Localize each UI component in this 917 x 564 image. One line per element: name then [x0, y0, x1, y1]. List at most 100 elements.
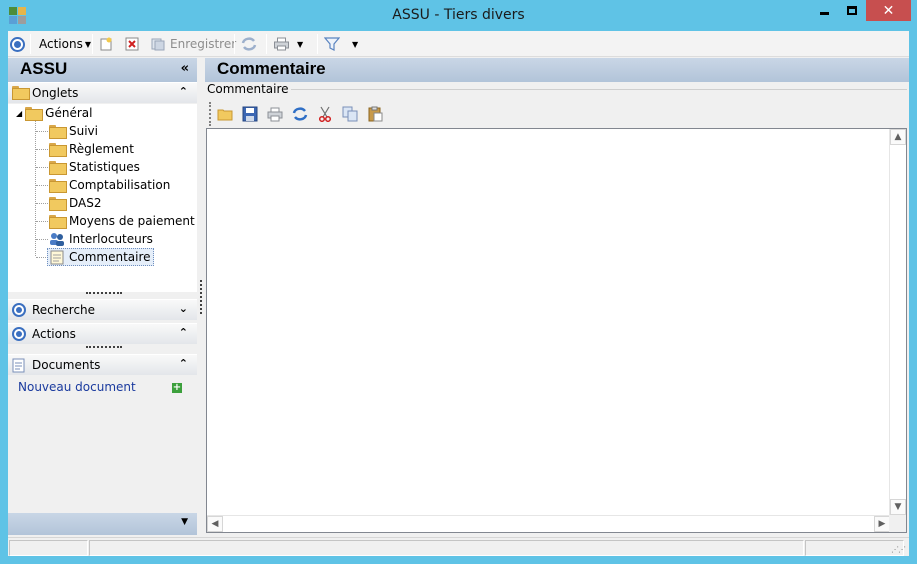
tree-node-label: Général: [45, 106, 93, 120]
tree-node-general[interactable]: ◢ Général: [16, 104, 92, 122]
add-icon[interactable]: +: [172, 383, 182, 393]
maximize-button[interactable]: [838, 0, 865, 21]
pane-menu-button[interactable]: ▼: [181, 517, 188, 527]
tree-node-interlocuteurs[interactable]: Interlocuteurs: [49, 230, 153, 248]
actions-label: Actions: [32, 327, 76, 341]
cut-scissors-icon[interactable]: [317, 106, 333, 123]
tree-connector: [36, 149, 48, 150]
recherche-section-header[interactable]: Recherche ⌄: [8, 299, 197, 320]
scroll-up-button[interactable]: ▲: [890, 129, 906, 145]
page-title: Commentaire: [217, 59, 326, 78]
dropdown-caret-icon[interactable]: ▼: [352, 40, 358, 49]
tree-node-reglement[interactable]: Règlement: [49, 140, 134, 158]
home-button[interactable]: [10, 34, 25, 54]
expand-triangle-icon[interactable]: ◢: [16, 109, 22, 118]
circle-target-icon: [10, 36, 25, 52]
filter-funnel-icon: [324, 37, 340, 51]
collapse-chevron-icon[interactable]: ⌃: [179, 326, 188, 339]
save-button[interactable]: Enregistrer: [151, 34, 236, 54]
minimize-button[interactable]: [811, 0, 838, 21]
editor-text[interactable]: [211, 132, 886, 512]
vertical-splitter-grip[interactable]: [200, 280, 202, 314]
tree-connector: [36, 167, 48, 168]
documents-label: Documents: [32, 358, 101, 372]
filter-button[interactable]: ▼: [324, 34, 358, 54]
toolbar-separator: [234, 34, 235, 54]
contacts-icon: [50, 233, 64, 246]
group-box-label: Commentaire: [207, 82, 291, 96]
tree-node-label: Statistiques: [69, 160, 140, 174]
save-disk-icon[interactable]: [242, 106, 258, 122]
navigation-header: ASSU «: [8, 58, 197, 82]
actions-menu-label: Actions: [39, 37, 83, 51]
tree-node-das2[interactable]: DAS2: [49, 194, 102, 212]
save-disk-icon: [151, 38, 165, 51]
tree-node-label: Interlocuteurs: [69, 232, 153, 246]
status-cell: [89, 540, 804, 556]
circle-target-icon: [12, 327, 26, 341]
folder-icon: [49, 197, 67, 211]
content-pane: Commentaire Commentaire ▲ ▼ ◀ ▶: [205, 58, 909, 537]
paste-clipboard-icon[interactable]: [367, 106, 383, 122]
new-document-link[interactable]: Nouveau document: [18, 380, 136, 394]
scroll-left-button[interactable]: ◀: [207, 516, 223, 532]
folder-icon: [49, 215, 67, 229]
tree-node-commentaire[interactable]: Commentaire: [47, 248, 154, 266]
folder-icon: [49, 125, 67, 139]
title-bar[interactable]: ASSU - Tiers divers ✕: [0, 0, 917, 31]
collapse-chevron-icon[interactable]: ⌃: [179, 357, 188, 370]
new-button[interactable]: [99, 34, 113, 54]
horizontal-scrollbar[interactable]: ◀ ▶: [207, 515, 890, 532]
documents-section-header[interactable]: Documents ⌃: [8, 354, 197, 375]
group-box-border: [283, 89, 907, 90]
close-button[interactable]: ✕: [866, 0, 911, 21]
refresh-icon: [241, 37, 257, 51]
navigation-pane: ASSU « Onglets ⌃ ◢ Général Suivi Règleme…: [8, 58, 197, 535]
toolbar-separator: [266, 34, 267, 54]
actions-section-header[interactable]: Actions ⌃: [8, 323, 197, 344]
status-cell: [9, 540, 88, 556]
comment-editor[interactable]: ▲ ▼ ◀ ▶: [206, 128, 907, 533]
minimize-icon: [820, 12, 829, 15]
tree-node-comptabilisation[interactable]: Comptabilisation: [49, 176, 170, 194]
resize-grip-icon[interactable]: ⋰⋰: [891, 545, 906, 554]
onglets-section-header[interactable]: Onglets ⌃: [8, 82, 197, 103]
copy-icon[interactable]: [342, 106, 358, 122]
collapse-pane-button[interactable]: «: [181, 61, 189, 76]
scroll-down-button[interactable]: ▼: [890, 499, 906, 515]
expand-chevron-icon[interactable]: ⌄: [179, 302, 188, 315]
printer-icon[interactable]: [267, 106, 283, 122]
collapse-chevron-icon[interactable]: ⌃: [179, 85, 188, 98]
delete-button[interactable]: [125, 34, 139, 54]
scroll-right-button[interactable]: ▶: [874, 516, 890, 532]
vertical-scrollbar[interactable]: ▲ ▼: [889, 129, 906, 515]
refresh-button[interactable]: [241, 34, 257, 54]
tree-node-label: Suivi: [69, 124, 98, 138]
circle-target-icon: [12, 303, 26, 317]
splitter-grip[interactable]: [86, 346, 122, 349]
splitter-grip[interactable]: [86, 292, 122, 295]
folder-icon: [49, 143, 67, 157]
refresh-icon[interactable]: [292, 106, 308, 122]
toolbar-separator: [317, 34, 318, 54]
tree-node-label: Commentaire: [69, 250, 151, 264]
recherche-label: Recherche: [32, 303, 96, 317]
save-label: Enregistrer: [170, 37, 237, 51]
tree-node-statistiques[interactable]: Statistiques: [49, 158, 140, 176]
status-bar: ⋰⋰: [8, 537, 909, 556]
tree-connector: [36, 131, 48, 132]
folder-icon: [49, 161, 67, 175]
maximize-icon: [846, 6, 857, 15]
tree-node-moyens-de-paiement[interactable]: Moyens de paiement: [49, 212, 195, 230]
close-icon: ✕: [882, 2, 895, 19]
navigation-title: ASSU: [20, 59, 68, 78]
tree-connector: [36, 185, 48, 186]
folder-icon: [25, 107, 44, 121]
tree-node-suivi[interactable]: Suivi: [49, 122, 98, 140]
print-button[interactable]: ▼: [273, 34, 303, 54]
open-folder-icon[interactable]: [217, 106, 233, 122]
actions-menu-button[interactable]: Actions ▼: [39, 34, 91, 54]
tree-connector: [36, 203, 48, 204]
tree-node-label: DAS2: [69, 196, 102, 210]
dropdown-caret-icon[interactable]: ▼: [297, 40, 303, 49]
